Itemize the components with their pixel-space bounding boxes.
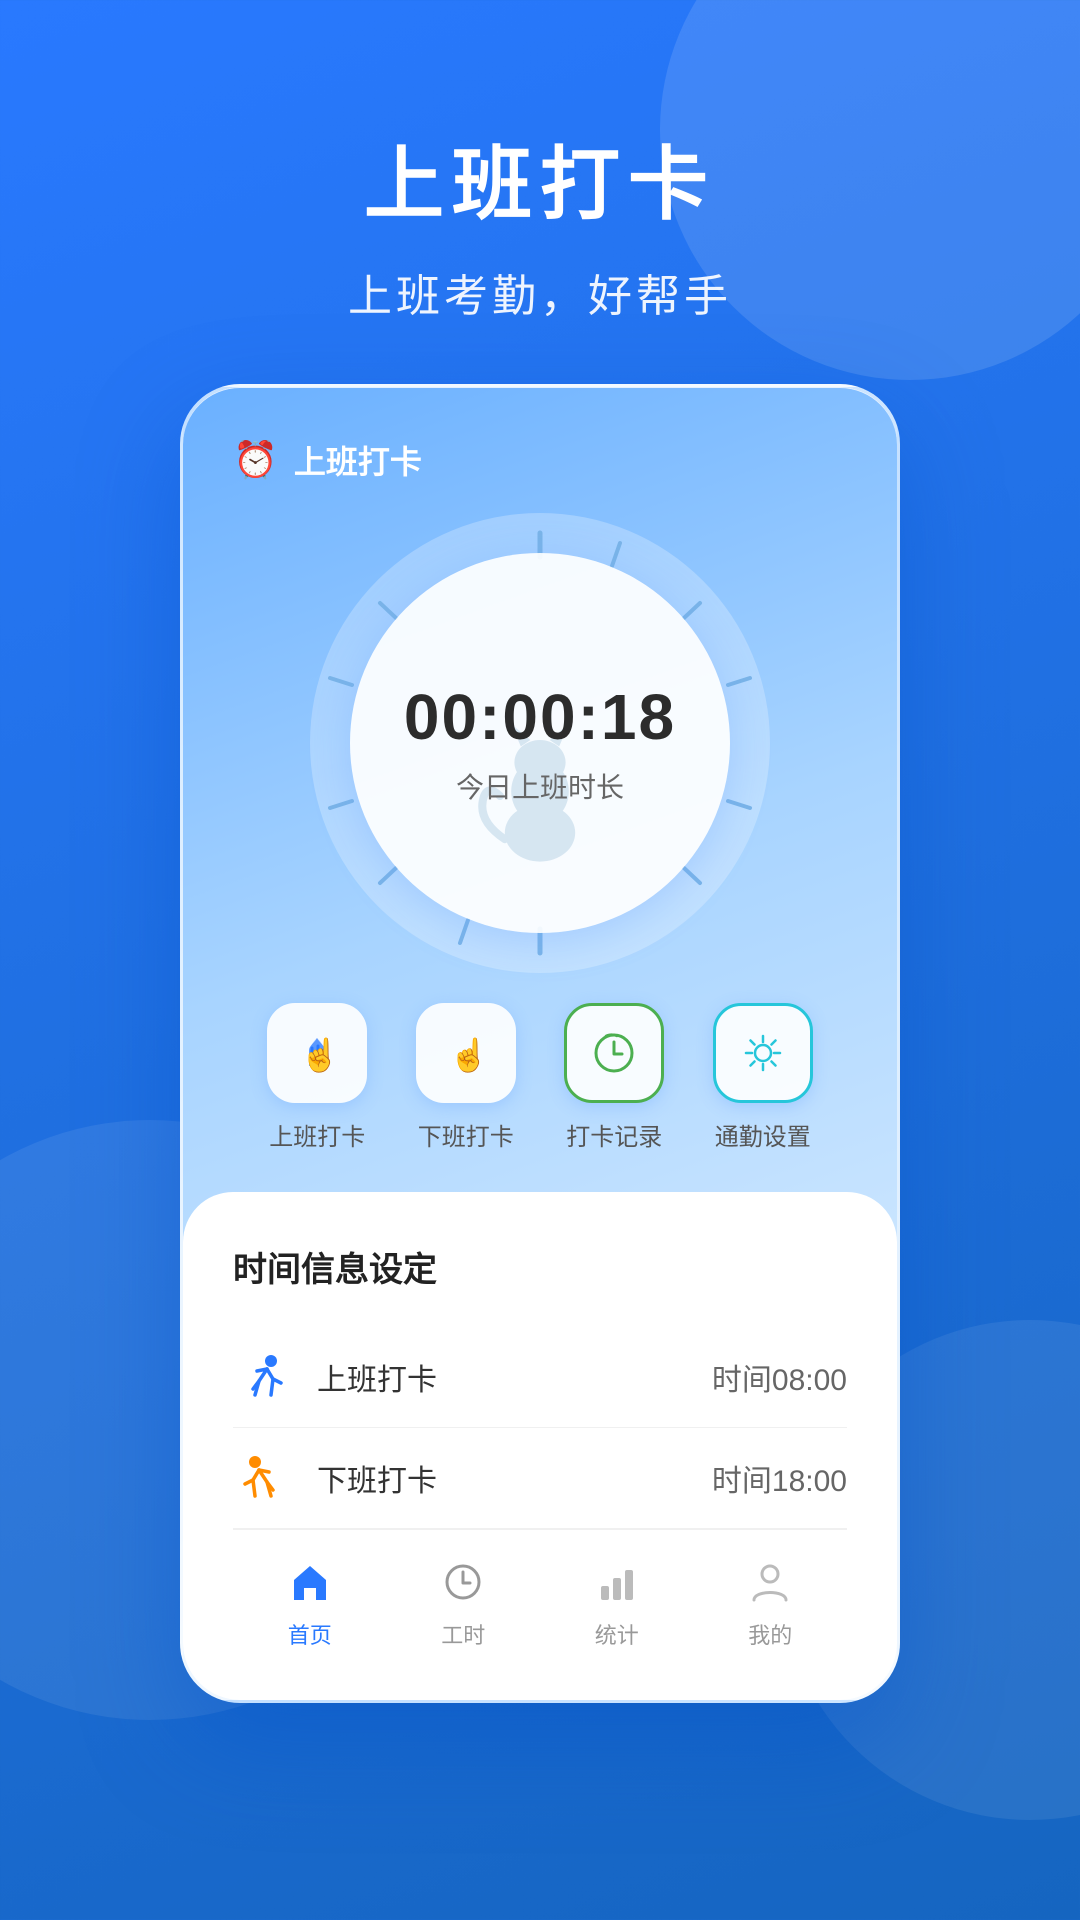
checkout-label: 下班打卡 xyxy=(418,1117,514,1152)
app-header: ⏰ 上班打卡 xyxy=(233,437,847,483)
checkin-icon: ☝ xyxy=(267,1003,367,1103)
svg-text:☝: ☝ xyxy=(300,1036,340,1074)
evening-checkout-name: 下班打卡 xyxy=(317,1456,712,1500)
nav-mine-label: 我的 xyxy=(748,1618,792,1650)
checkout-icon: ☝ xyxy=(416,1003,516,1103)
records-label: 打卡记录 xyxy=(566,1117,662,1152)
nav-hours[interactable]: 工时 xyxy=(435,1554,491,1650)
stats-icon xyxy=(589,1554,645,1610)
app-name: 上班打卡 xyxy=(294,437,422,483)
morning-icon xyxy=(233,1347,293,1407)
evening-icon xyxy=(233,1448,293,1508)
records-icon xyxy=(564,1003,664,1103)
checkin-label: 上班打卡 xyxy=(269,1117,365,1152)
action-buttons-row: ☝ 上班打卡 ☝ 下班打卡 xyxy=(233,1003,847,1152)
nav-home[interactable]: 首页 xyxy=(282,1554,338,1650)
morning-checkin-row[interactable]: 上班打卡 时间08:00 xyxy=(233,1327,847,1428)
clock-container: 00:00:18 今日上班时长 xyxy=(233,513,847,973)
settings-icon xyxy=(713,1003,813,1103)
page-subtitle: 上班考勤，好帮手 xyxy=(0,260,1080,324)
home-icon xyxy=(282,1554,338,1610)
clock-label: 今日上班时长 xyxy=(456,766,624,806)
info-panel-title: 时间信息设定 xyxy=(233,1242,847,1291)
commute-settings-label: 通勤设置 xyxy=(715,1117,811,1152)
svg-text:☝: ☝ xyxy=(449,1036,489,1074)
records-button[interactable]: 打卡记录 xyxy=(564,1003,664,1152)
alarm-clock-icon: ⏰ xyxy=(233,439,278,481)
evening-checkout-time: 时间18:00 xyxy=(712,1456,847,1500)
page-title: 上班打卡 xyxy=(0,120,1080,236)
morning-checkin-name: 上班打卡 xyxy=(317,1355,712,1399)
clock-time: 00:00:18 xyxy=(404,680,676,754)
page-header: 上班打卡 上班考勤，好帮手 xyxy=(0,0,1080,384)
hours-icon xyxy=(435,1554,491,1610)
nav-home-label: 首页 xyxy=(288,1618,332,1650)
evening-checkout-row[interactable]: 下班打卡 时间18:00 xyxy=(233,1428,847,1529)
nav-stats-label: 统计 xyxy=(595,1618,639,1650)
settings-button[interactable]: 通勤设置 xyxy=(713,1003,813,1152)
checkout-button[interactable]: ☝ 下班打卡 xyxy=(416,1003,516,1152)
clock-outer-ring: 00:00:18 今日上班时长 xyxy=(310,513,770,973)
nav-stats[interactable]: 统计 xyxy=(589,1554,645,1650)
nav-hours-label: 工时 xyxy=(441,1618,485,1650)
checkin-button[interactable]: ☝ 上班打卡 xyxy=(267,1003,367,1152)
info-panel: 时间信息设定 上班打卡 时间08:00 xyxy=(183,1192,897,1700)
bottom-nav: 首页 工时 统计 xyxy=(233,1529,847,1680)
profile-icon xyxy=(742,1554,798,1610)
nav-mine[interactable]: 我的 xyxy=(742,1554,798,1650)
morning-checkin-time: 时间08:00 xyxy=(712,1355,847,1399)
clock-face: 00:00:18 今日上班时长 xyxy=(350,553,730,933)
phone-mockup: ⏰ 上班打卡 xyxy=(180,384,900,1703)
